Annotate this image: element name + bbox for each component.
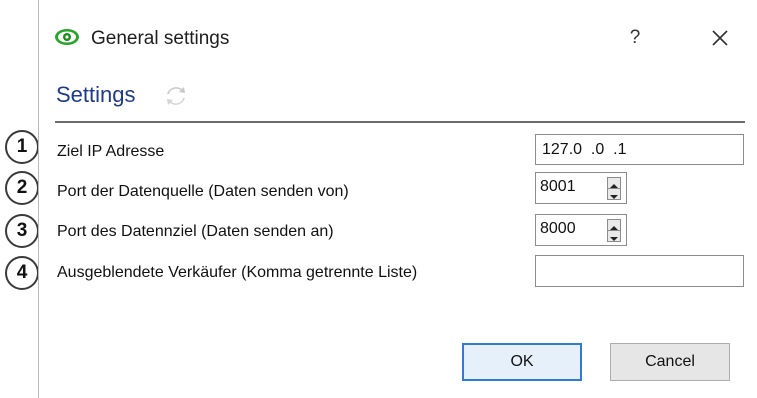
callout-4: 4 bbox=[5, 256, 39, 290]
ip-address-label: Ziel IP Adresse bbox=[57, 143, 165, 160]
cancel-button[interactable]: Cancel bbox=[610, 343, 730, 381]
decrement-button[interactable] bbox=[608, 189, 620, 199]
source-port-stepper[interactable] bbox=[607, 177, 621, 200]
target-port-spinbox[interactable]: 8000 bbox=[535, 214, 627, 246]
source-port-value: 8001 bbox=[540, 178, 576, 195]
title-bar: General settings ? bbox=[39, 0, 757, 70]
general-settings-dialog: General settings ? Settings Ziel IP Adre… bbox=[38, 0, 757, 398]
ip-address-field[interactable]: 127.0 .0 .1 bbox=[535, 134, 744, 165]
callout-3: 3 bbox=[5, 214, 39, 248]
increment-button[interactable] bbox=[608, 178, 620, 189]
target-port-label: Port des Datennziel (Daten senden an) bbox=[57, 223, 334, 240]
hidden-sellers-field[interactable] bbox=[535, 255, 744, 287]
source-port-spinbox[interactable]: 8001 bbox=[535, 172, 627, 204]
target-port-stepper[interactable] bbox=[607, 219, 621, 242]
close-button[interactable] bbox=[705, 24, 735, 52]
target-port-value: 8000 bbox=[540, 220, 576, 237]
ok-button[interactable]: OK bbox=[462, 343, 582, 381]
decrement-button[interactable] bbox=[608, 231, 620, 241]
callout-2: 2 bbox=[5, 171, 39, 205]
section-divider bbox=[55, 121, 745, 123]
close-icon bbox=[712, 30, 728, 46]
chevron-down-icon bbox=[610, 195, 618, 199]
chevron-down-icon bbox=[610, 237, 618, 241]
increment-button[interactable] bbox=[608, 220, 620, 231]
callout-1: 1 bbox=[5, 130, 39, 164]
eye-icon bbox=[55, 29, 79, 45]
help-button[interactable]: ? bbox=[622, 24, 648, 52]
ip-address-value: 127.0 .0 .1 bbox=[542, 141, 627, 158]
refresh-icon bbox=[167, 87, 185, 105]
source-port-label: Port der Datenquelle (Daten senden von) bbox=[57, 183, 349, 200]
dialog-title: General settings bbox=[91, 28, 230, 49]
hidden-sellers-label: Ausgeblendete Verkäufer (Komma getrennte… bbox=[57, 264, 418, 281]
section-title: Settings bbox=[56, 82, 136, 107]
